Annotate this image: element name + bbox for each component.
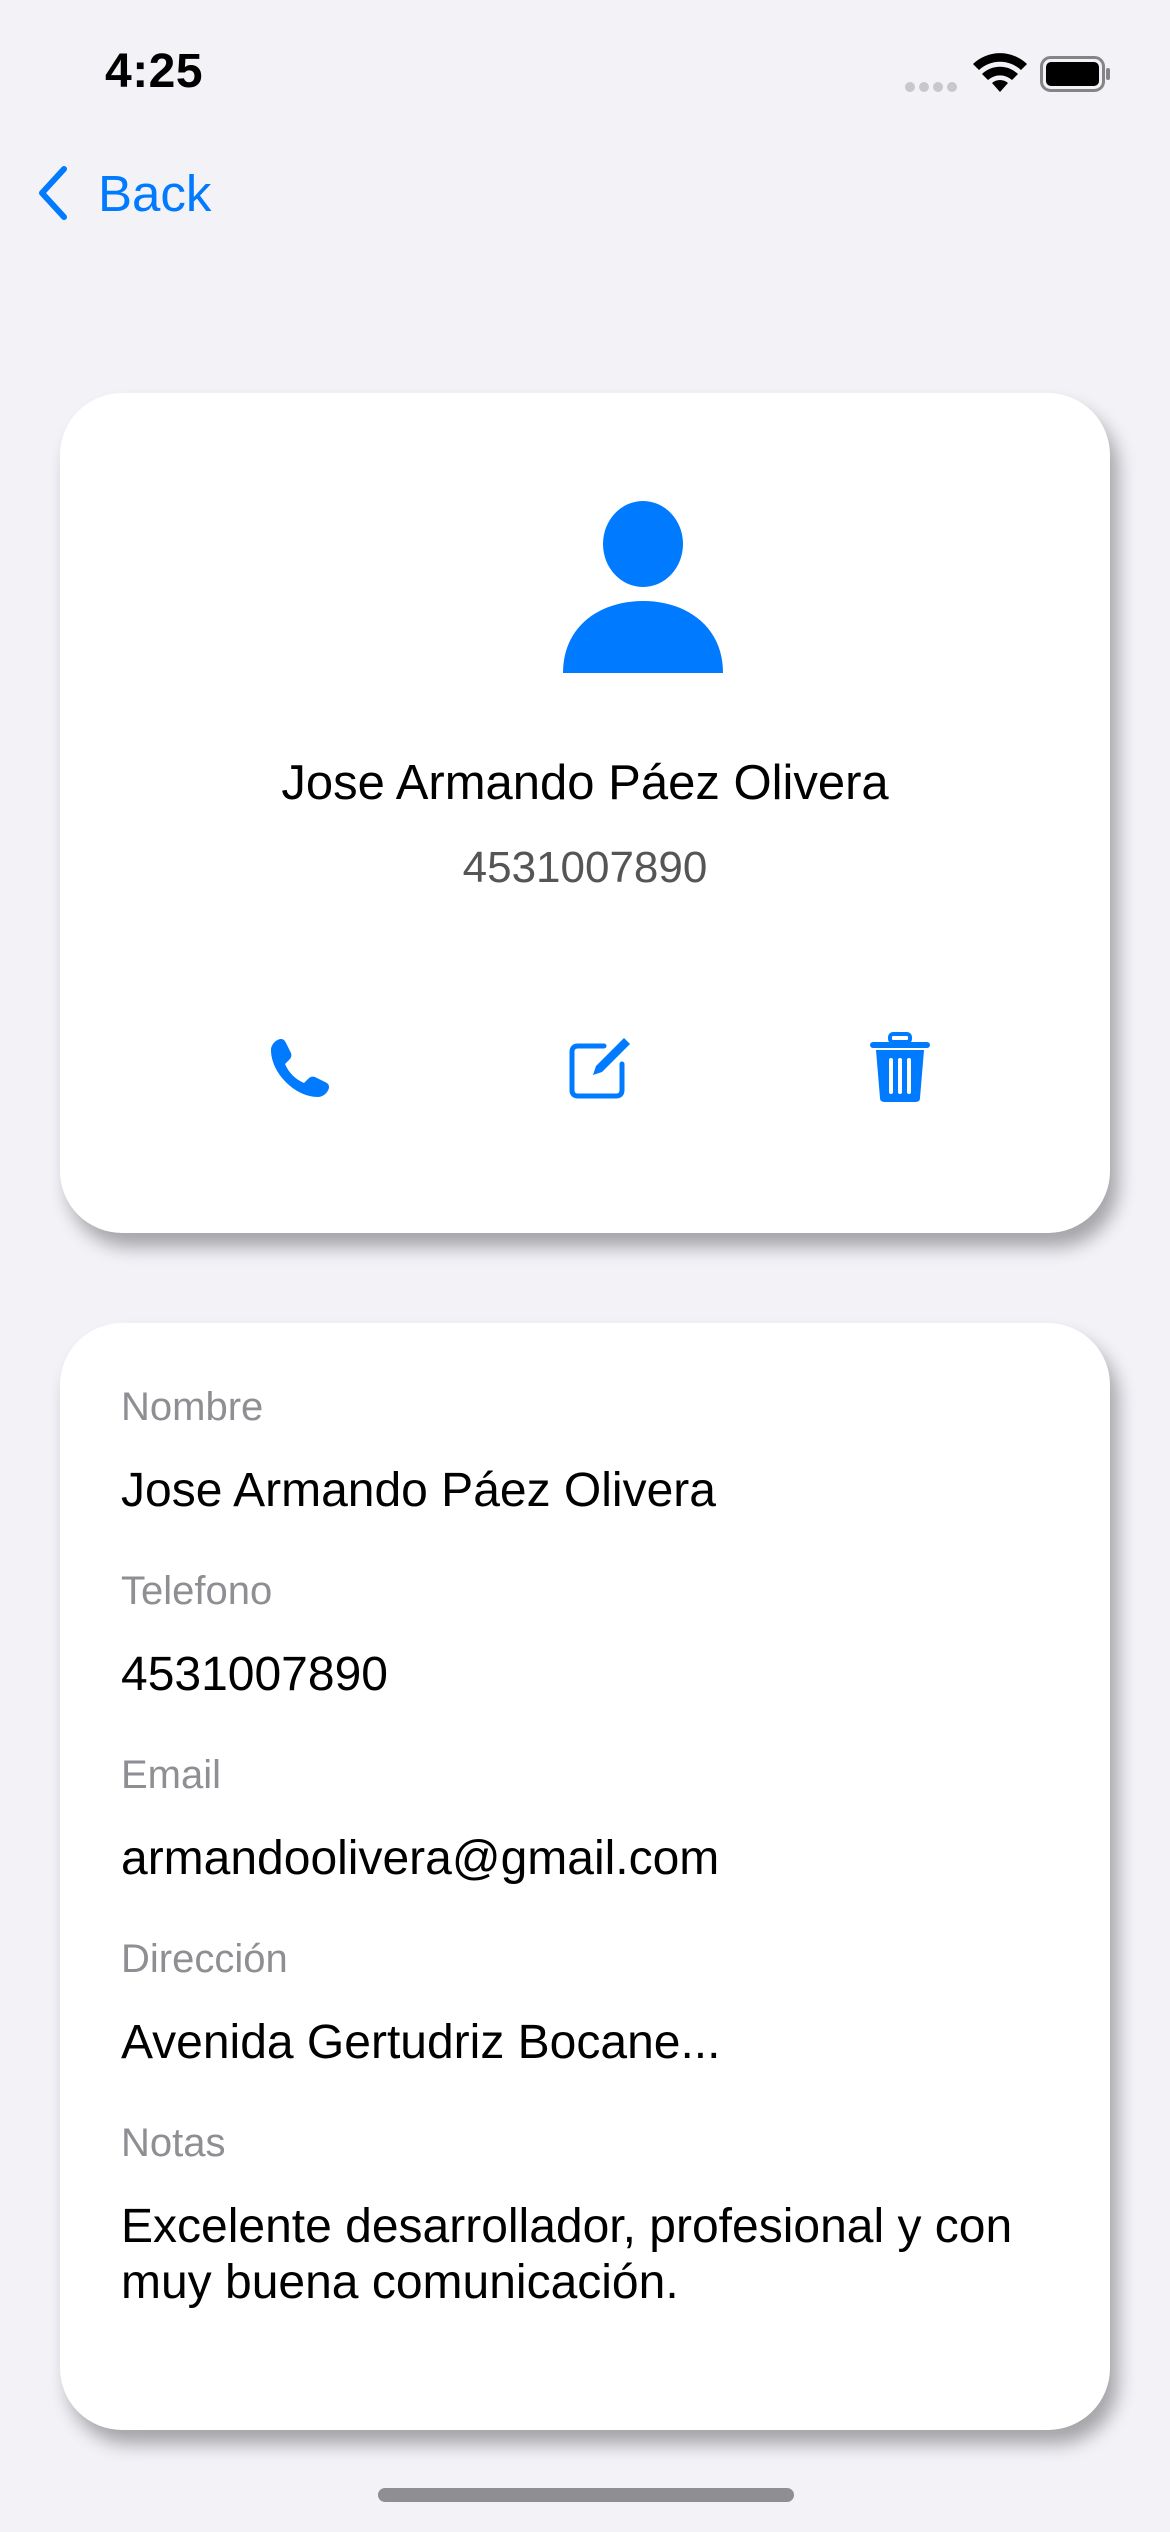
- chevron-left-icon: [39, 166, 67, 220]
- contact-name: Jose Armando Páez Olivera: [281, 756, 889, 810]
- wifi-icon: [973, 53, 1027, 92]
- home-indicator: [378, 2488, 794, 2502]
- status-time: 4:25: [105, 45, 204, 98]
- edit-icon: [569, 1038, 630, 1099]
- contact-header-card: Jose Armando Páez Olivera 4531007890: [60, 393, 1110, 1233]
- notes-value: Excelente desarrollador, profesional y c…: [121, 2200, 1013, 2309]
- contact-details-card: Nombre Jose Armando Páez Olivera Telefon…: [60, 1323, 1110, 2430]
- name-label: Nombre: [121, 1385, 264, 1429]
- phone-label: Telefono: [121, 1569, 273, 1613]
- address-value: Avenida Gertudriz Bocane...: [121, 2016, 721, 2069]
- battery-icon: [1040, 56, 1110, 92]
- name-value: Jose Armando Páez Olivera: [121, 1464, 716, 1517]
- edit-button[interactable]: [555, 1023, 645, 1113]
- email-label: Email: [121, 1753, 222, 1797]
- phone-icon: [271, 1039, 329, 1097]
- cellular-signal-icon: [905, 82, 959, 94]
- phone-value: 4531007890: [121, 1648, 388, 1701]
- back-label: Back: [98, 164, 212, 222]
- call-button[interactable]: [255, 1023, 345, 1113]
- contact-phone: 4531007890: [462, 843, 708, 892]
- back-button[interactable]: Back: [34, 158, 211, 228]
- trash-icon: [870, 1032, 930, 1102]
- notes-label: Notas: [121, 2121, 226, 2165]
- email-value: armandoolivera@gmail.com: [121, 1832, 720, 1885]
- status-bar: 4:25: [0, 0, 1170, 150]
- person-icon: [563, 501, 723, 673]
- delete-button[interactable]: [855, 1023, 945, 1113]
- address-label: Dirección: [121, 1937, 288, 1981]
